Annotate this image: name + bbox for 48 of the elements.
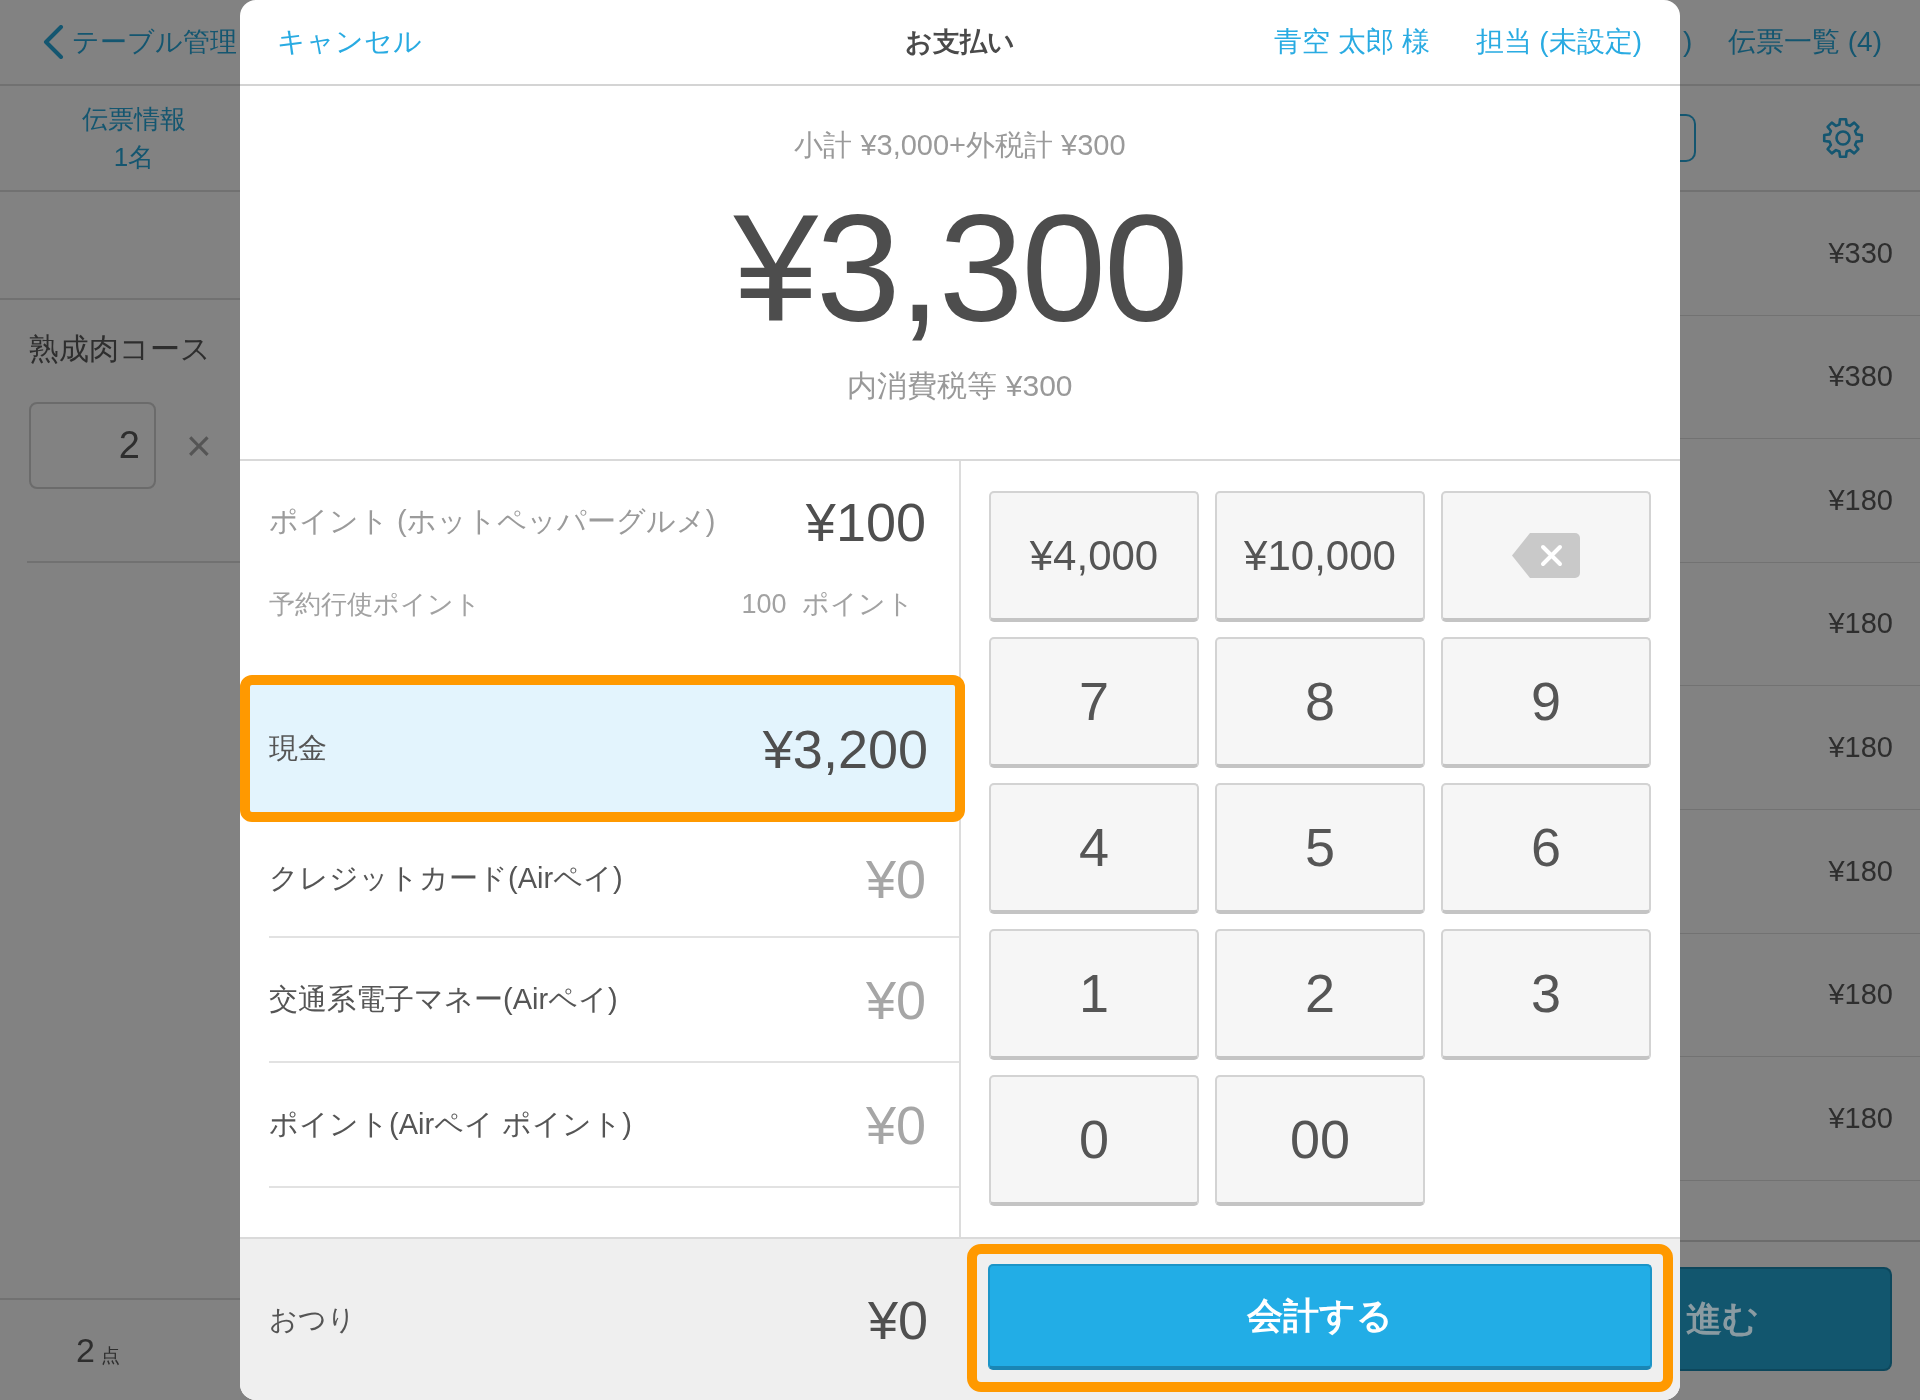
keypad-key[interactable]: 6 — [1441, 783, 1651, 914]
change-amount: ¥0 — [867, 1292, 928, 1347]
payment-method-label: 交通系電子マネー(Airペイ) — [269, 981, 618, 1017]
price-text: ¥180 — [1828, 977, 1893, 1013]
backspace-key[interactable] — [1441, 491, 1651, 622]
keypad-key[interactable]: 9 — [1441, 637, 1651, 768]
price-text: ¥180 — [1828, 1100, 1893, 1136]
keypad-key[interactable]: 2 — [1215, 929, 1425, 1060]
dialog-title: お支払い — [905, 25, 1015, 59]
keypad-key[interactable]: 0 — [989, 1075, 1199, 1206]
change-label: おつり — [269, 1302, 356, 1337]
backspace-icon — [1512, 533, 1580, 578]
tax-note: 内消費税等 ¥300 — [847, 368, 1073, 404]
gear-icon — [1822, 117, 1864, 159]
payment-amount: ¥0 — [865, 1097, 926, 1152]
keypad-key[interactable]: 00 — [1215, 1075, 1425, 1206]
price-text: ¥180 — [1828, 482, 1893, 518]
payment-amount: ¥3,200 — [762, 721, 928, 776]
multiply-sign: × — [186, 423, 212, 468]
payment-method-label: クレジットカード(Airペイ) — [269, 861, 623, 897]
total-amount: ¥3,300 — [733, 192, 1187, 344]
payment-method-label: 現金 — [269, 730, 327, 766]
price-text: ¥330 — [1828, 235, 1893, 271]
price-text: ¥180 — [1828, 606, 1893, 642]
subtotal-text: 小計 ¥3,000+外税計 ¥300 — [794, 128, 1126, 163]
keypad-key[interactable]: 7 — [989, 637, 1199, 768]
keypad-key[interactable]: ¥10,000 — [1215, 491, 1425, 622]
price-text: ¥180 — [1828, 853, 1893, 889]
quantity-field[interactable]: 2 — [29, 402, 156, 489]
payment-method-label: ポイント (ホットペッパーグルメ) — [269, 504, 716, 540]
payment-method-row[interactable]: 現金 ¥3,200 — [240, 675, 965, 822]
payment-amount: ¥0 — [865, 852, 926, 906]
item-name: 熟成肉コース — [29, 331, 212, 367]
points-label: 予約行使ポイント — [269, 587, 481, 621]
keypad-key[interactable]: 4 — [989, 783, 1199, 914]
keypad-key[interactable]: 5 — [1215, 783, 1425, 914]
payment-method-label: ポイント(Airペイ ポイント) — [269, 1106, 632, 1142]
price-text: ¥180 — [1828, 729, 1893, 765]
payment-amount: ¥100 — [805, 495, 926, 549]
keypad-key[interactable]: ¥4,000 — [989, 491, 1199, 622]
keypad-key[interactable]: 3 — [1441, 929, 1651, 1060]
price-text: ¥380 — [1828, 359, 1893, 395]
chevron-left-icon — [42, 25, 64, 59]
payment-amount: ¥0 — [865, 972, 926, 1027]
keypad-key[interactable]: 1 — [989, 929, 1199, 1060]
points-value: 100 ポイント — [741, 588, 914, 621]
keypad-key[interactable]: 8 — [1215, 637, 1425, 768]
item-count: 2 点 — [76, 1329, 120, 1371]
